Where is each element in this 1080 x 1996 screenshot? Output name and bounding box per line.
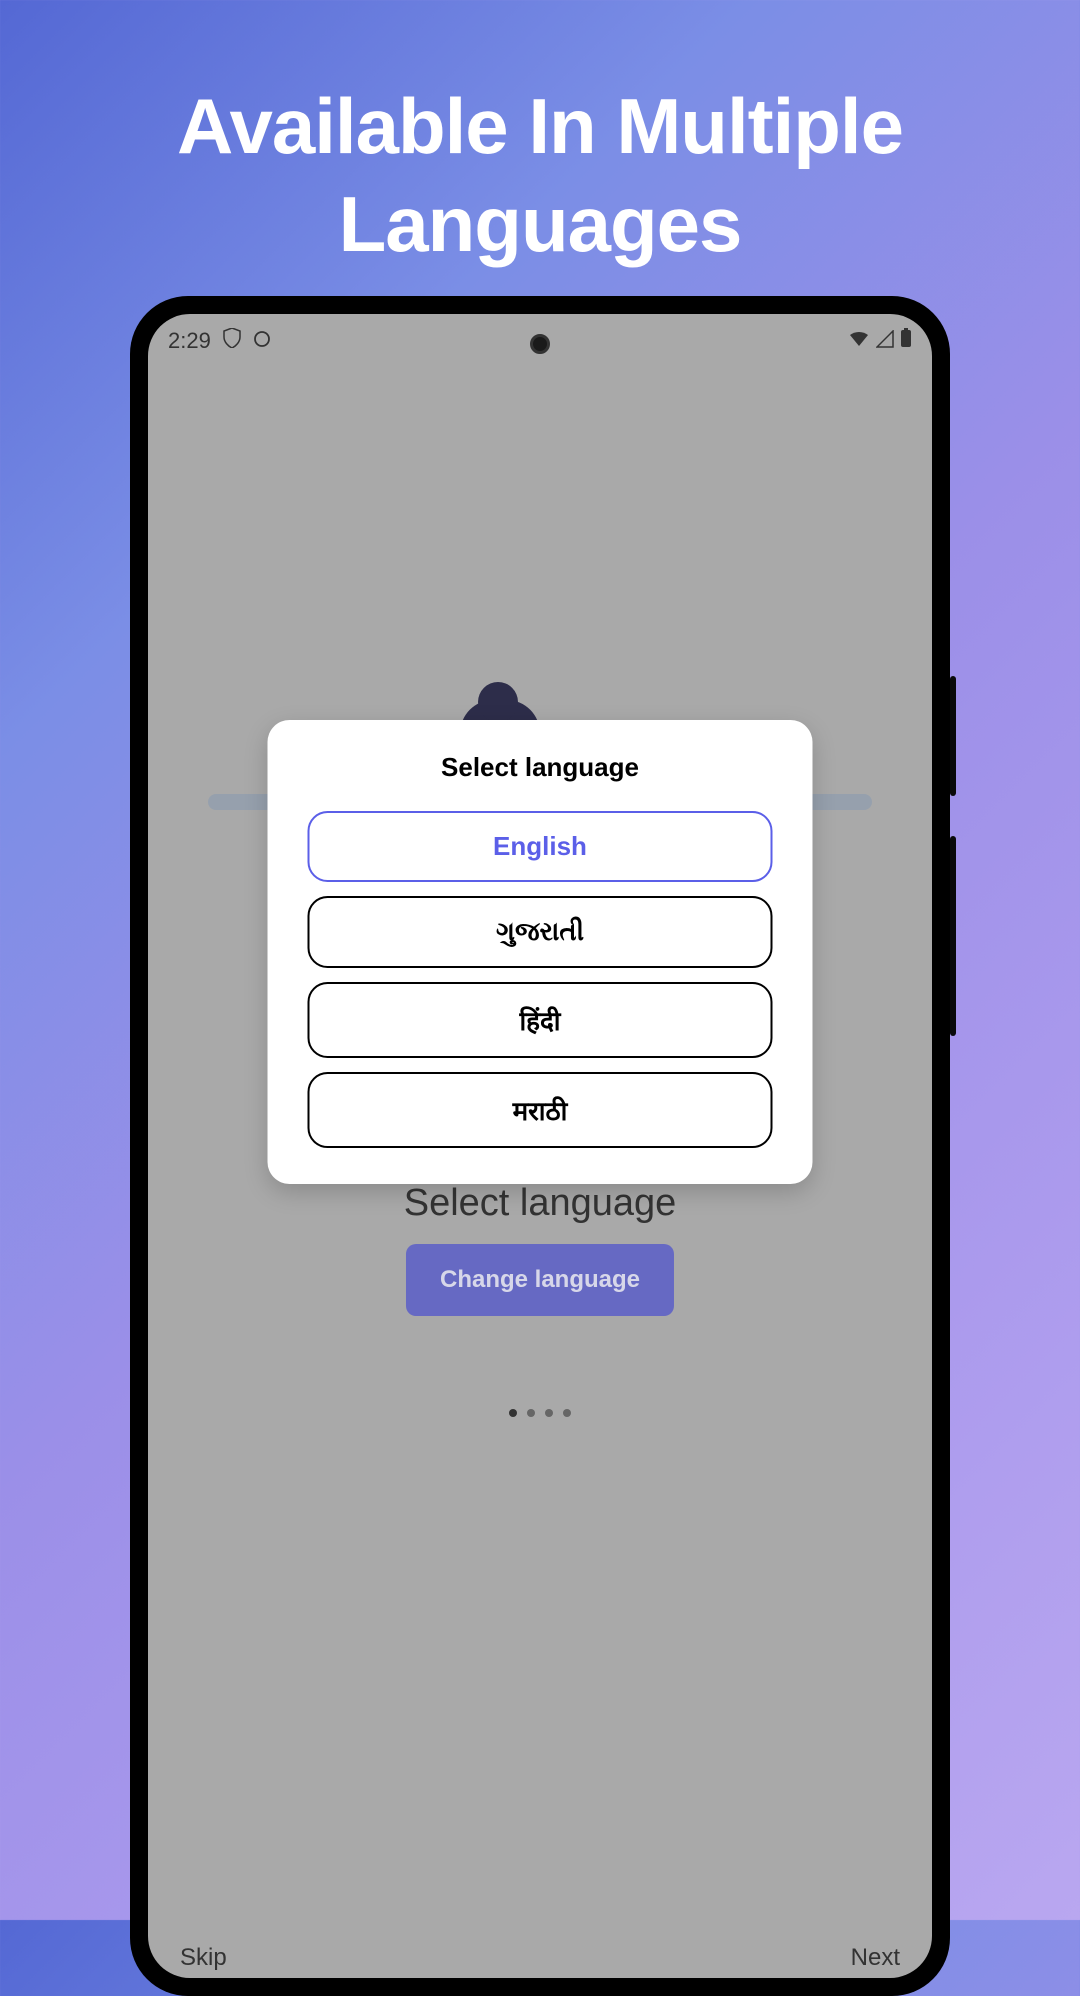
status-bar-left: 2:29	[168, 328, 271, 354]
page-dot	[527, 1409, 535, 1417]
phone-volume-button	[950, 676, 956, 796]
signal-icon	[876, 328, 894, 354]
language-option-hindi[interactable]: हिंदी	[308, 982, 773, 1058]
skip-button[interactable]: Skip	[180, 1944, 227, 1972]
page-dot	[509, 1409, 517, 1417]
phone-power-button	[950, 836, 956, 1036]
change-language-button[interactable]: Change language	[406, 1244, 674, 1316]
dialog-title: Select language	[308, 752, 773, 783]
phone-camera-notch	[530, 334, 550, 354]
shield-icon	[223, 328, 241, 354]
language-option-marathi[interactable]: मराठी	[308, 1072, 773, 1148]
phone-frame: 2:29	[130, 296, 950, 1996]
page-indicator	[509, 1409, 571, 1417]
phone-screen: 2:29	[148, 314, 932, 1978]
background-page-title: Select language	[148, 1182, 932, 1225]
language-dialog: Select language English ગુજરાતી हिंदी मर…	[268, 720, 813, 1184]
status-bar-right	[848, 328, 912, 354]
language-option-gujarati[interactable]: ગુજરાતી	[308, 896, 773, 968]
next-button[interactable]: Next	[851, 1944, 900, 1972]
page-dot	[545, 1409, 553, 1417]
marketing-headline: Available In Multiple Languages	[0, 0, 1080, 273]
status-time: 2:29	[168, 328, 211, 354]
battery-icon	[900, 328, 912, 354]
page-dot	[563, 1409, 571, 1417]
wifi-icon	[848, 328, 870, 354]
circle-icon	[253, 328, 271, 354]
language-option-english[interactable]: English	[308, 811, 773, 882]
onboarding-nav-bar: Skip Next	[148, 1924, 932, 1978]
